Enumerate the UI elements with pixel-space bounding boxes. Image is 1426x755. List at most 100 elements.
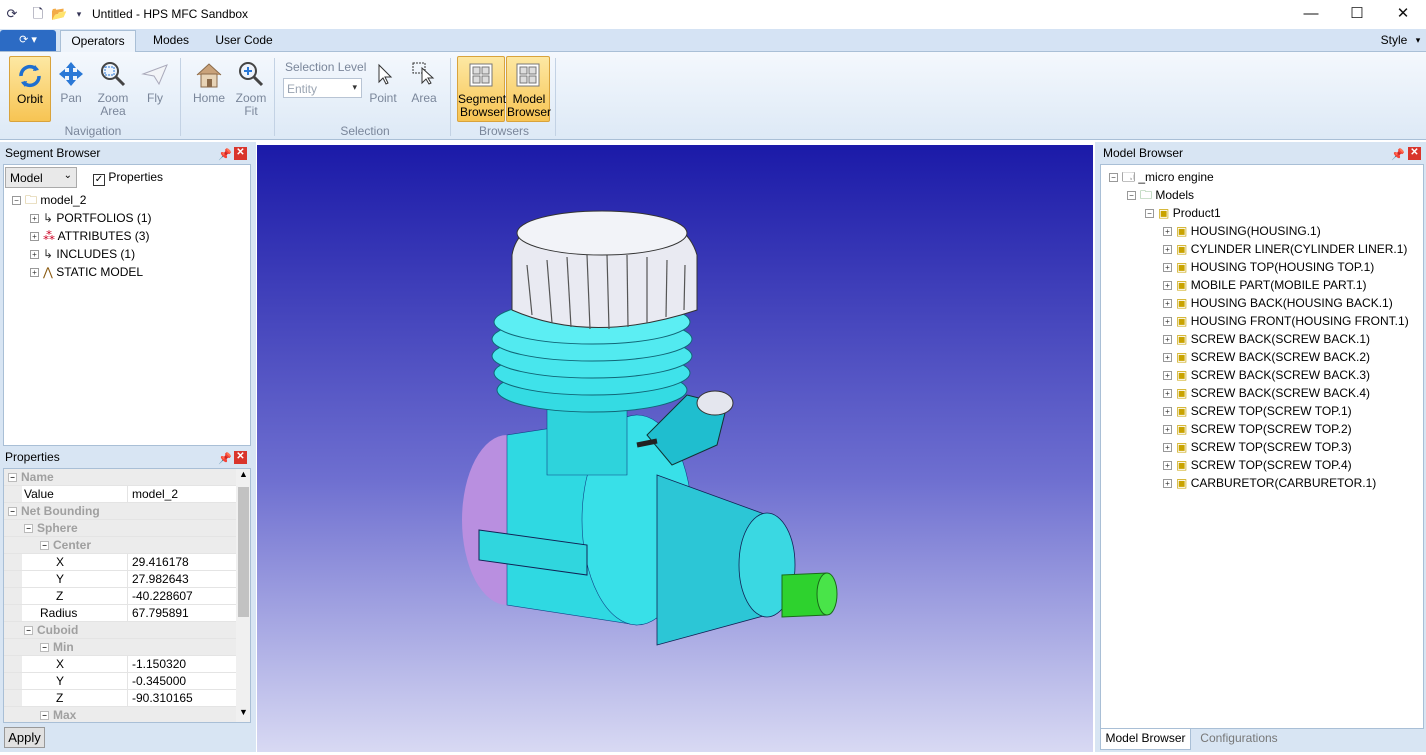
expand-icon[interactable]: + <box>30 250 39 260</box>
tab-operators[interactable]: Operators <box>60 30 136 52</box>
app-icon[interactable]: ⟳ <box>4 6 20 22</box>
expand-icon[interactable]: + <box>1163 299 1172 309</box>
tree-item-part[interactable]: + ▣ SCREW TOP(SCREW TOP.3) <box>1109 438 1409 456</box>
scrollbar-thumb[interactable] <box>238 487 249 617</box>
collapse-icon[interactable]: − <box>8 507 17 517</box>
expand-icon[interactable]: + <box>1163 407 1172 417</box>
collapse-icon[interactable]: − <box>8 473 17 483</box>
area-button[interactable]: Area <box>406 56 442 122</box>
style-dropdown-icon[interactable]: ▾ <box>1412 30 1424 52</box>
tab-user-code[interactable]: User Code <box>208 30 280 52</box>
properties-checkbox[interactable]: ✓ Properties <box>93 170 163 186</box>
collapse-icon[interactable]: − <box>1145 209 1154 219</box>
property-category[interactable]: − Center <box>4 537 236 554</box>
property-value[interactable]: 67.795891 <box>128 605 189 621</box>
selection-level-dropdown[interactable]: Entity ▾ <box>283 78 362 98</box>
tree-item[interactable]: + ↳ INCLUDES (1) <box>12 245 152 263</box>
open-folder-icon[interactable]: 📂 <box>51 6 67 22</box>
expand-icon[interactable]: + <box>30 214 39 224</box>
expand-icon[interactable]: + <box>1163 263 1172 273</box>
apply-button[interactable]: Apply <box>4 727 45 748</box>
collapse-icon[interactable]: − <box>1127 191 1136 201</box>
property-category[interactable]: − Min <box>4 639 236 656</box>
property-row[interactable]: X -1.150320 <box>4 656 236 673</box>
close-icon[interactable]: ✕ <box>1408 147 1421 160</box>
tree-item-part[interactable]: + ▣ SCREW BACK(SCREW BACK.1) <box>1109 330 1409 348</box>
property-value[interactable]: -0.345000 <box>128 673 186 689</box>
expand-icon[interactable]: + <box>30 268 39 278</box>
tree-item[interactable]: + ⁂ ATTRIBUTES (3) <box>12 227 152 245</box>
expand-icon[interactable]: + <box>1163 317 1172 327</box>
tree-item-part[interactable]: + ▣ SCREW BACK(SCREW BACK.4) <box>1109 384 1409 402</box>
property-row[interactable]: Radius 67.795891 <box>4 605 236 622</box>
tree-item-part[interactable]: + ▣ SCREW TOP(SCREW TOP.2) <box>1109 420 1409 438</box>
segment-browser-button[interactable]: Segment Browser <box>457 56 506 122</box>
tree-item-part[interactable]: + ▣ HOUSING BACK(HOUSING BACK.1) <box>1109 294 1409 312</box>
expand-icon[interactable]: + <box>1163 425 1172 435</box>
collapse-icon[interactable]: − <box>40 711 49 721</box>
segment-browser-dropdown[interactable]: Model ⌄ <box>5 167 77 188</box>
tree-models[interactable]: − 🗀 Models <box>1109 186 1409 204</box>
property-category[interactable]: − Name <box>4 469 236 486</box>
tree-item-part[interactable]: + ▣ SCREW TOP(SCREW TOP.1) <box>1109 402 1409 420</box>
property-category[interactable]: − Max <box>4 707 236 722</box>
pan-button[interactable]: Pan <box>54 56 88 122</box>
property-row[interactable]: Y -0.345000 <box>4 673 236 690</box>
collapse-icon[interactable]: − <box>24 524 33 534</box>
scroll-down-icon[interactable]: ▼ <box>236 707 250 722</box>
maximize-button[interactable]: ☐ <box>1334 0 1380 29</box>
property-row[interactable]: X 29.416178 <box>4 554 236 571</box>
tree-item[interactable]: + ⋀ STATIC MODEL <box>12 263 152 281</box>
close-button[interactable]: ✕ <box>1380 0 1426 29</box>
customize-toolbar-icon[interactable]: ▾ <box>71 6 87 22</box>
pin-icon[interactable]: 📌 <box>218 147 232 164</box>
property-category[interactable]: − Cuboid <box>4 622 236 639</box>
property-value[interactable]: -1.150320 <box>128 656 186 672</box>
expand-icon[interactable]: + <box>1163 227 1172 237</box>
tree-item-part[interactable]: + ▣ SCREW TOP(SCREW TOP.4) <box>1109 456 1409 474</box>
property-category[interactable]: − Net Bounding <box>4 503 236 520</box>
zoom-fit-button[interactable]: Zoom Fit <box>231 56 271 122</box>
properties-scrollbar[interactable]: ▲ ▼ <box>236 469 250 722</box>
expand-icon[interactable]: + <box>30 232 39 242</box>
application-menu-button[interactable]: ⟳ ▾ <box>0 30 56 51</box>
tab-model-browser[interactable]: Model Browser <box>1100 729 1191 750</box>
collapse-icon[interactable]: − <box>40 541 49 551</box>
tree-item-part[interactable]: + ▣ HOUSING FRONT(HOUSING FRONT.1) <box>1109 312 1409 330</box>
tree-item-part[interactable]: + ▣ HOUSING(HOUSING.1) <box>1109 222 1409 240</box>
tree-item-part[interactable]: + ▣ CYLINDER LINER(CYLINDER LINER.1) <box>1109 240 1409 258</box>
expand-icon[interactable]: + <box>1163 245 1172 255</box>
tree-item-part[interactable]: + ▣ HOUSING TOP(HOUSING TOP.1) <box>1109 258 1409 276</box>
expand-icon[interactable]: + <box>1163 479 1172 489</box>
property-row[interactable]: Z -40.228607 <box>4 588 236 605</box>
property-value[interactable]: 29.416178 <box>128 554 189 570</box>
expand-icon[interactable]: + <box>1163 389 1172 399</box>
scroll-up-icon[interactable]: ▲ <box>236 469 250 484</box>
expand-icon[interactable]: + <box>1163 461 1172 471</box>
expand-icon[interactable]: + <box>1163 353 1172 363</box>
close-icon[interactable]: ✕ <box>234 451 247 464</box>
property-row[interactable]: Value model_2 <box>4 486 236 503</box>
tree-root[interactable]: − 🗔 _micro engine <box>1109 168 1409 186</box>
point-button[interactable]: Point <box>366 56 400 122</box>
tab-configurations[interactable]: Configurations <box>1193 729 1285 750</box>
property-value[interactable]: 27.982643 <box>128 571 189 587</box>
tree-item[interactable]: + ↳ PORTFOLIOS (1) <box>12 209 152 227</box>
property-row[interactable]: Z -90.310165 <box>4 690 236 707</box>
pin-icon[interactable]: 📌 <box>218 451 232 468</box>
tree-item-part[interactable]: + ▣ MOBILE PART(MOBILE PART.1) <box>1109 276 1409 294</box>
property-value[interactable]: -90.310165 <box>128 690 193 706</box>
collapse-icon[interactable]: − <box>40 643 49 653</box>
expand-icon[interactable]: + <box>1163 335 1172 345</box>
minimize-button[interactable]: — <box>1288 0 1334 29</box>
tree-item-part[interactable]: + ▣ SCREW BACK(SCREW BACK.3) <box>1109 366 1409 384</box>
expand-icon[interactable]: + <box>1163 443 1172 453</box>
tree-item-part[interactable]: + ▣ CARBURETOR(CARBURETOR.1) <box>1109 474 1409 492</box>
style-menu[interactable]: Style <box>1376 30 1412 52</box>
tree-product[interactable]: − ▣ Product1 <box>1109 204 1409 222</box>
zoom-area-button[interactable]: Zoom Area <box>92 56 134 122</box>
tree-root[interactable]: − 🗀 model_2 <box>12 191 152 209</box>
expand-icon[interactable]: + <box>1163 281 1172 291</box>
collapse-icon[interactable]: − <box>24 626 33 636</box>
home-button[interactable]: Home <box>190 56 228 122</box>
